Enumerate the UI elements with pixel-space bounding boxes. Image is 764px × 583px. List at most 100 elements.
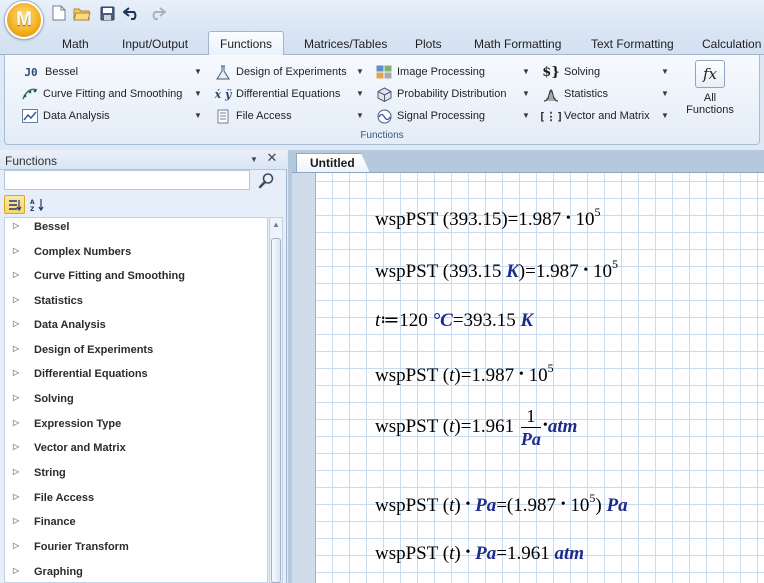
ribbon-image-processing-label: Image Processing bbox=[397, 66, 486, 78]
tab-math-formatting[interactable]: Math Formatting bbox=[474, 37, 561, 51]
worksheet-margin bbox=[292, 173, 316, 583]
differential-equations-dropdown-icon[interactable]: ▼ bbox=[356, 89, 364, 98]
list-item[interactable]: ▷ Bessel bbox=[5, 218, 267, 238]
tab-math[interactable]: Math bbox=[62, 37, 89, 51]
equation-6[interactable]: wspPST (t) • Pa=(1.987 • 105) Pa bbox=[375, 491, 628, 517]
equation-5[interactable]: wspPST (t)=1.961 1 Pa •atm bbox=[375, 405, 577, 450]
tab-matrices-tables[interactable]: Matrices/Tables bbox=[304, 37, 387, 51]
tab-text-formatting[interactable]: Text Formatting bbox=[591, 37, 674, 51]
tab-functions[interactable]: Functions bbox=[208, 31, 285, 56]
ribbon-vector-and-matrix[interactable]: [⋮] Vector and Matrix bbox=[539, 107, 650, 125]
expand-arrow-icon[interactable]: ▷ bbox=[13, 319, 19, 328]
scroll-up-arrow-icon[interactable]: ▲ bbox=[270, 220, 282, 229]
expand-arrow-icon[interactable]: ▷ bbox=[13, 270, 19, 279]
ribbon-bessel[interactable]: J0 Bessel bbox=[22, 63, 78, 81]
ribbon-data-analysis-label: Data Analysis bbox=[43, 110, 110, 122]
open-folder-icon[interactable] bbox=[72, 4, 92, 22]
ribbon-file-access[interactable]: File Access bbox=[215, 107, 292, 125]
ribbon-data-analysis[interactable]: Data Analysis bbox=[22, 107, 110, 125]
equation-1[interactable]: wspPST (393.15)=1.987 • 105 bbox=[375, 205, 601, 231]
flask-icon bbox=[215, 64, 231, 80]
new-file-icon[interactable] bbox=[49, 4, 69, 22]
tab-plots[interactable]: Plots bbox=[415, 37, 442, 51]
expand-arrow-icon[interactable]: ▷ bbox=[13, 541, 19, 550]
curve-fitting-dropdown-icon[interactable]: ▼ bbox=[194, 89, 202, 98]
list-item[interactable]: ▷ Design of Experiments bbox=[5, 341, 267, 361]
ribbon-solving[interactable]: $} Solving bbox=[542, 63, 600, 81]
ribbon-image-processing[interactable]: Image Processing bbox=[376, 63, 485, 81]
ribbon-curve-fitting[interactable]: Curve Fitting and Smoothing bbox=[22, 85, 182, 103]
list-item[interactable]: ▷ Graphing bbox=[5, 563, 267, 582]
panel-title: Functions bbox=[5, 154, 58, 168]
equation-2[interactable]: wspPST (393.15 K)=1.987 • 105 bbox=[375, 257, 618, 283]
expand-arrow-icon[interactable]: ▷ bbox=[13, 295, 19, 304]
list-item[interactable]: ▷ Differential Equations bbox=[5, 365, 267, 385]
equation-7[interactable]: wspPST (t) • Pa=1.961 atm bbox=[375, 543, 584, 565]
list-item[interactable]: ▷ String bbox=[5, 464, 267, 484]
vector-and-matrix-dropdown-icon[interactable]: ▼ bbox=[661, 111, 669, 120]
list-item[interactable]: ▷ Statistics bbox=[5, 292, 267, 312]
list-item[interactable]: ▷ Curve Fitting and Smoothing bbox=[5, 267, 267, 287]
equation-4[interactable]: wspPST (t)=1.987 • 105 bbox=[375, 361, 554, 387]
image-processing-dropdown-icon[interactable]: ▼ bbox=[522, 67, 530, 76]
expand-arrow-icon[interactable]: ▷ bbox=[13, 516, 19, 525]
list-item[interactable]: ▷ Solving bbox=[5, 390, 267, 410]
functions-search-input[interactable] bbox=[4, 170, 250, 190]
ribbon-probability-distribution[interactable]: Probability Distribution bbox=[376, 85, 506, 103]
scroll-thumb[interactable] bbox=[271, 238, 281, 583]
svg-text:A: A bbox=[30, 199, 35, 206]
expand-arrow-icon[interactable]: ▷ bbox=[13, 221, 19, 230]
list-item[interactable]: ▷ Data Analysis bbox=[5, 316, 267, 336]
tab-calculation[interactable]: Calculation bbox=[702, 37, 761, 51]
data-analysis-dropdown-icon[interactable]: ▼ bbox=[194, 111, 202, 120]
panel-menu-dropdown-icon[interactable]: ▼ bbox=[247, 155, 261, 164]
list-item[interactable]: ▷ Vector and Matrix bbox=[5, 439, 267, 459]
save-icon[interactable] bbox=[97, 4, 117, 22]
categorized-view-icon[interactable] bbox=[4, 195, 25, 214]
bessel-dropdown-icon[interactable]: ▼ bbox=[194, 67, 202, 76]
all-functions-line1: All bbox=[703, 92, 717, 104]
list-scrollbar[interactable]: ▲ bbox=[269, 217, 283, 583]
expand-arrow-icon[interactable]: ▷ bbox=[13, 442, 19, 451]
list-item[interactable]: ▷ Expression Type bbox=[5, 415, 267, 435]
ribbon-statistics[interactable]: Statistics bbox=[543, 85, 608, 103]
expand-arrow-icon[interactable]: ▷ bbox=[13, 418, 19, 427]
expand-arrow-icon[interactable]: ▷ bbox=[13, 368, 19, 377]
all-functions-button[interactable]: fx All Functions bbox=[683, 60, 737, 126]
expand-arrow-icon[interactable]: ▷ bbox=[13, 566, 19, 575]
signal-processing-dropdown-icon[interactable]: ▼ bbox=[522, 111, 530, 120]
application-menu-button[interactable]: M bbox=[5, 1, 43, 39]
panel-close-icon[interactable]: ✕ bbox=[265, 150, 279, 166]
alphabetical-sort-icon[interactable]: AZ bbox=[27, 195, 48, 214]
redo-icon[interactable] bbox=[147, 4, 167, 22]
list-item[interactable]: ▷ Complex Numbers bbox=[5, 243, 267, 263]
equation-3-definition[interactable]: t≔120 °C=393.15 K bbox=[375, 309, 533, 332]
document-tab[interactable]: Untitled bbox=[296, 153, 370, 172]
expand-arrow-icon[interactable]: ▷ bbox=[13, 492, 19, 501]
list-item[interactable]: ▷ File Access bbox=[5, 489, 267, 509]
expand-arrow-icon[interactable]: ▷ bbox=[13, 344, 19, 353]
ribbon-differential-equations-label: Differential Equations bbox=[236, 88, 341, 100]
ribbon-design-of-experiments[interactable]: Design of Experiments bbox=[215, 63, 347, 81]
solving-icon: $} bbox=[542, 64, 560, 80]
sort-toolbar: AZ bbox=[4, 194, 282, 216]
probability-distribution-dropdown-icon[interactable]: ▼ bbox=[522, 89, 530, 98]
list-item[interactable]: ▷ Fourier Transform bbox=[5, 538, 267, 558]
worksheet-canvas[interactable]: wspPST (393.15)=1.987 • 105 wspPST (393.… bbox=[292, 172, 764, 583]
solving-dropdown-icon[interactable]: ▼ bbox=[661, 67, 669, 76]
undo-icon[interactable] bbox=[122, 4, 142, 22]
fraction: 1 Pa bbox=[520, 406, 541, 449]
file-access-dropdown-icon[interactable]: ▼ bbox=[356, 111, 364, 120]
expand-arrow-icon[interactable]: ▷ bbox=[13, 246, 19, 255]
expand-arrow-icon[interactable]: ▷ bbox=[13, 393, 19, 402]
signal-icon bbox=[376, 108, 392, 124]
list-item[interactable]: ▷ Finance bbox=[5, 513, 267, 533]
design-of-experiments-dropdown-icon[interactable]: ▼ bbox=[356, 67, 364, 76]
ribbon-differential-equations[interactable]: ẋ ÿ Differential Equations bbox=[215, 85, 341, 103]
tab-input-output[interactable]: Input/Output bbox=[122, 37, 188, 51]
statistics-dropdown-icon[interactable]: ▼ bbox=[661, 89, 669, 98]
ribbon-signal-processing[interactable]: Signal Processing bbox=[376, 107, 485, 125]
search-icon[interactable] bbox=[254, 170, 278, 191]
expand-arrow-icon[interactable]: ▷ bbox=[13, 467, 19, 476]
app-logo-letter: M bbox=[16, 9, 32, 30]
